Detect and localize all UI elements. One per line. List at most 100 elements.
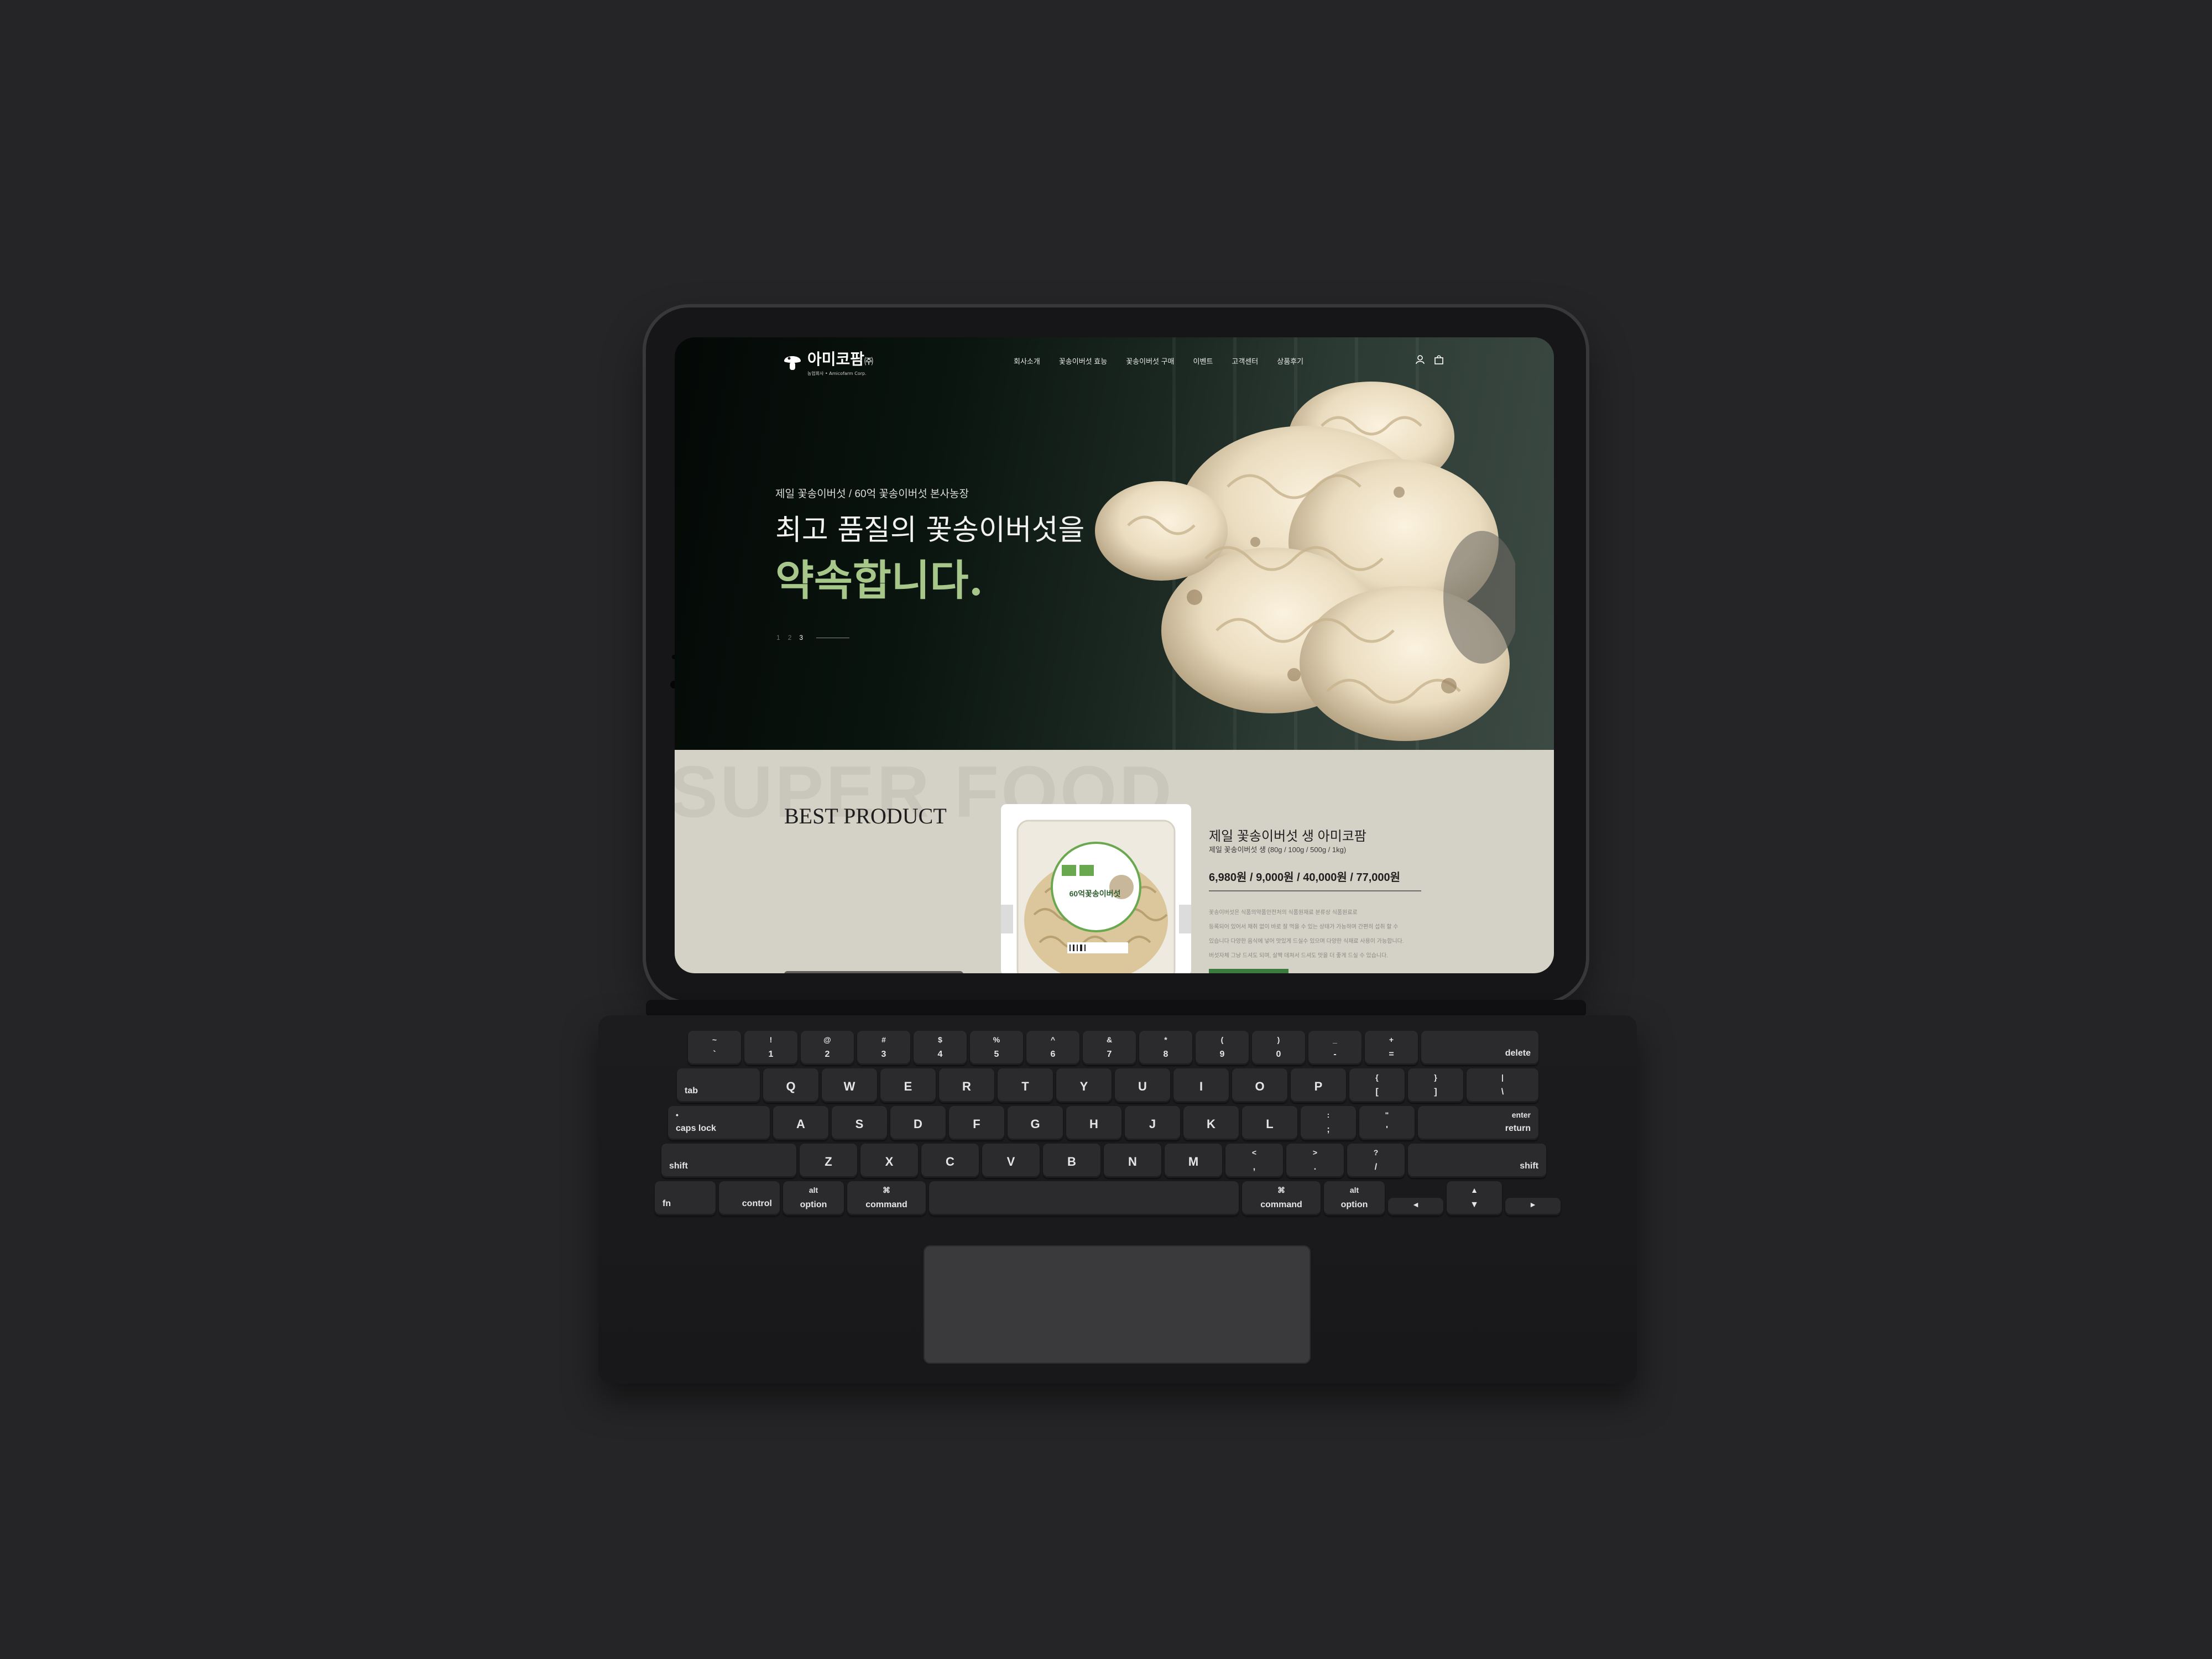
key-i[interactable]: I	[1173, 1068, 1229, 1103]
nav-item-reviews[interactable]: 상품후기	[1277, 356, 1303, 366]
nav-item-company[interactable]: 회사소개	[1014, 356, 1040, 366]
key-tab[interactable]: tab	[677, 1068, 760, 1103]
description-line: 버섯자체 그냥 드셔도 되며, 살짝 데쳐서 드셔도 맛을 더 좋게 드실 수 …	[1209, 953, 1389, 959]
description-line: 꽃송이버섯은 식품의약품안전처의 식품원재료 분류상 식품원료로	[1209, 910, 1358, 916]
key-return[interactable]: enter return	[1418, 1106, 1538, 1140]
key-label: $	[938, 1035, 942, 1044]
key-v[interactable]: V	[982, 1144, 1040, 1178]
cart-icon[interactable]	[1433, 354, 1444, 365]
key-g[interactable]: G	[1008, 1106, 1063, 1140]
key-k[interactable]: K	[1183, 1106, 1239, 1140]
key-semicolon[interactable]: :;	[1301, 1106, 1356, 1140]
key-shift-left[interactable]: shift	[661, 1144, 796, 1178]
trackpad[interactable]	[924, 1245, 1311, 1364]
key-slash[interactable]: ? /	[1347, 1144, 1405, 1178]
key-fn[interactable]: fn	[655, 1181, 716, 1215]
key-command-right[interactable]: ⌘ command	[1242, 1181, 1321, 1215]
key-d[interactable]: D	[890, 1106, 946, 1140]
key-8[interactable]: * 8	[1139, 1031, 1192, 1065]
pager-dot-2[interactable]: 2	[788, 634, 792, 641]
main-nav: 회사소개 꽃송이버섯 효능 꽃송이버섯 구매 이벤트 고객센터 상품후기	[1014, 356, 1303, 366]
key-5[interactable]: % 5	[970, 1031, 1023, 1065]
key-minus[interactable]: _ -	[1308, 1031, 1361, 1065]
key-left-bracket[interactable]: {[	[1349, 1068, 1405, 1103]
key-arrow-up-down[interactable]: ▲ ▼	[1447, 1181, 1502, 1215]
key-backtick[interactable]: ~ `	[688, 1031, 741, 1065]
carousel-prev-button[interactable]	[1001, 905, 1013, 933]
key-backslash[interactable]: | \	[1467, 1068, 1538, 1103]
key-period[interactable]: >.	[1286, 1144, 1344, 1178]
key-y[interactable]: Y	[1056, 1068, 1112, 1103]
key-p[interactable]: P	[1291, 1068, 1346, 1103]
key-command-left[interactable]: ⌘ command	[847, 1181, 926, 1215]
buy-button[interactable]	[1209, 969, 1288, 973]
key-right-bracket[interactable]: }]	[1408, 1068, 1463, 1103]
key-label: option	[800, 1200, 827, 1209]
key-space[interactable]	[929, 1181, 1239, 1215]
key-s[interactable]: S	[832, 1106, 887, 1140]
key-label: ,	[1253, 1162, 1256, 1172]
key-e[interactable]: E	[880, 1068, 936, 1103]
key-quote[interactable]: " '	[1359, 1106, 1415, 1140]
key-w[interactable]: W	[822, 1068, 877, 1103]
carousel-next-button[interactable]	[1179, 905, 1191, 933]
site-logo[interactable]: 아미코팜㈜ 농업회사 • Amicofarm Corp.	[782, 347, 873, 377]
nav-item-support[interactable]: 고객센터	[1232, 356, 1258, 366]
key-6[interactable]: ^ 6	[1026, 1031, 1079, 1065]
key-arrow-left[interactable]: ◄	[1388, 1198, 1443, 1215]
key-l[interactable]: L	[1242, 1106, 1297, 1140]
key-f[interactable]: F	[949, 1106, 1004, 1140]
key-option-right[interactable]: alt option	[1324, 1181, 1385, 1215]
nav-item-purchase[interactable]: 꽃송이버섯 구매	[1126, 356, 1174, 366]
key-label: .	[1313, 1162, 1317, 1172]
key-4[interactable]: $4	[914, 1031, 967, 1065]
key-arrow-right[interactable]: ►	[1505, 1198, 1561, 1215]
nav-item-benefits[interactable]: 꽃송이버섯 효능	[1059, 356, 1107, 366]
key-r[interactable]: R	[939, 1068, 994, 1103]
key-m[interactable]: M	[1165, 1144, 1222, 1178]
key-2[interactable]: @2	[801, 1031, 854, 1065]
key-label: 3	[881, 1050, 886, 1059]
key-comma[interactable]: <,	[1225, 1144, 1283, 1178]
key-u[interactable]: U	[1115, 1068, 1170, 1103]
key-z[interactable]: Z	[800, 1144, 857, 1178]
key-equals[interactable]: + =	[1365, 1031, 1418, 1065]
key-label: ◄	[1412, 1200, 1420, 1209]
key-q[interactable]: Q	[763, 1068, 818, 1103]
key-delete[interactable]: delete	[1421, 1031, 1538, 1065]
key-label: -	[1333, 1050, 1337, 1059]
key-1[interactable]: ! 1	[744, 1031, 797, 1065]
key-option-left[interactable]: alt option	[783, 1181, 844, 1215]
key-j[interactable]: J	[1125, 1106, 1180, 1140]
key-label: O	[1255, 1079, 1265, 1093]
nav-item-event[interactable]: 이벤트	[1193, 356, 1213, 366]
key-x[interactable]: X	[860, 1144, 918, 1178]
key-o[interactable]: O	[1232, 1068, 1287, 1103]
key-0[interactable]: ) 0	[1252, 1031, 1305, 1065]
user-icon[interactable]	[1415, 354, 1426, 365]
key-3[interactable]: #3	[857, 1031, 910, 1065]
hero-pager: 1 2 3	[776, 634, 850, 641]
key-7[interactable]: & 7	[1083, 1031, 1136, 1065]
key-label: shift	[669, 1161, 688, 1171]
key-t[interactable]: T	[998, 1068, 1053, 1103]
key-label: control	[742, 1199, 772, 1208]
key-shift-right[interactable]: shift	[1408, 1144, 1546, 1178]
product-image-card[interactable]: 60억꽃송이버섯	[1001, 804, 1191, 973]
key-h[interactable]: H	[1066, 1106, 1121, 1140]
key-label: '	[1386, 1125, 1388, 1134]
pager-dot-3[interactable]: 3	[799, 634, 803, 641]
key-label: B	[1067, 1155, 1076, 1168]
package-label: 60억꽃송이버섯	[1069, 889, 1121, 898]
key-n[interactable]: N	[1104, 1144, 1161, 1178]
key-b[interactable]: B	[1043, 1144, 1100, 1178]
key-caps-lock[interactable]: • caps lock	[668, 1106, 770, 1140]
tablet-frame: 아미코팜㈜ 농업회사 • Amicofarm Corp. 회사소개 꽃송이버섯 …	[646, 307, 1586, 1001]
key-c[interactable]: C	[921, 1144, 979, 1178]
key-control[interactable]: control	[719, 1181, 780, 1215]
pager-dot-1[interactable]: 1	[776, 634, 780, 641]
key-a[interactable]: A	[773, 1106, 828, 1140]
key-9[interactable]: (9	[1196, 1031, 1249, 1065]
key-label: %	[993, 1035, 1000, 1044]
key-label: ▲	[1470, 1186, 1478, 1194]
